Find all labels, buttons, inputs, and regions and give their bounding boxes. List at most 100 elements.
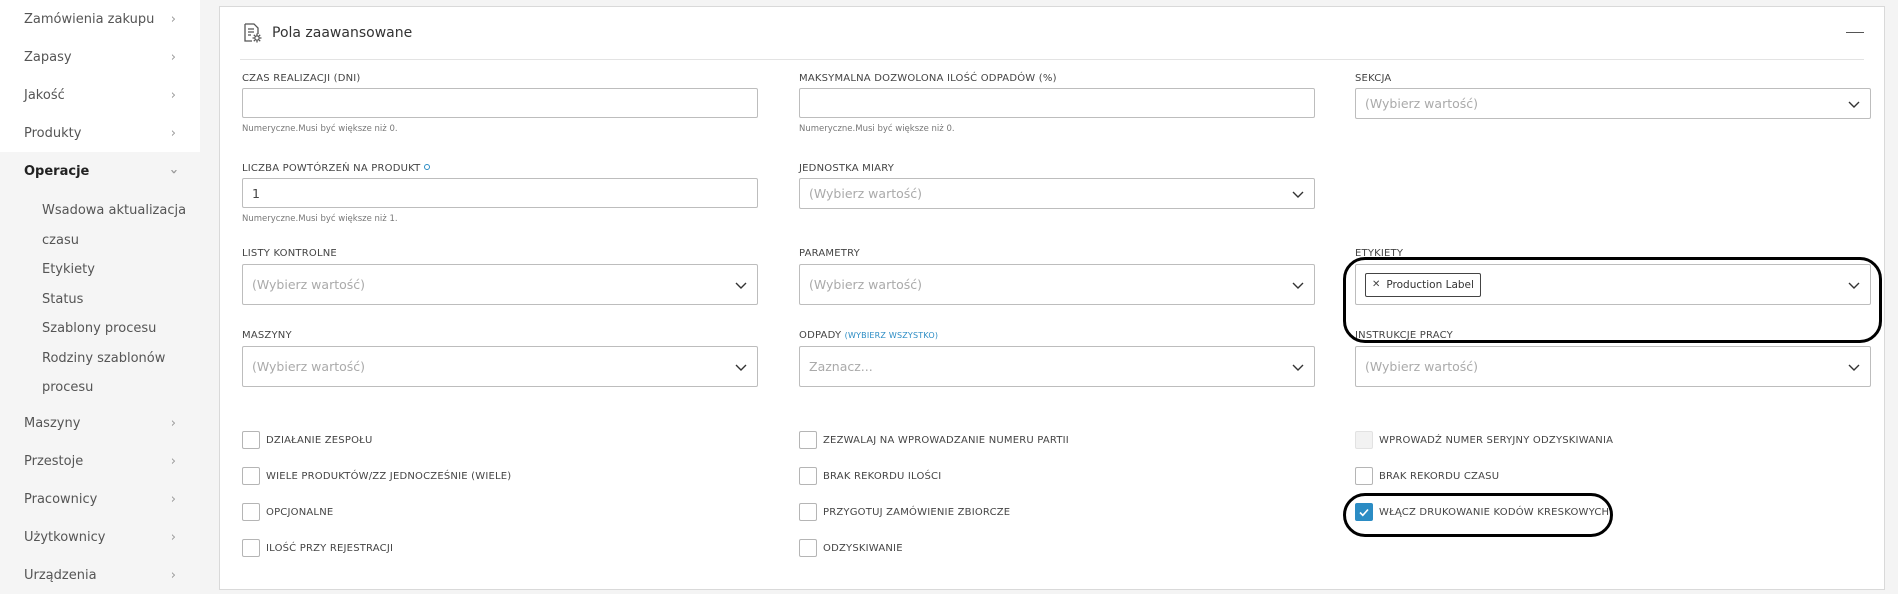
checkbox-team-action[interactable]: DZIAŁANIE ZESPOŁU (242, 431, 373, 449)
sidebar-item-label: Przestoje (24, 454, 84, 469)
checkbox-box[interactable] (799, 503, 817, 521)
sidebar-item-purchase-orders[interactable]: Zamówienia zakupu › (0, 0, 200, 38)
submenu-item-process-templates[interactable]: Szablony procesu (0, 314, 200, 344)
checkbox-recovery-serial-number: WPROWADŹ NUMER SERYJNY ODZYSKIWANIA (1355, 431, 1613, 449)
checklists-select[interactable]: (Wybierz wartość) (242, 264, 758, 305)
checkbox-box[interactable] (1355, 467, 1373, 485)
sidebar-item-label: Zamówienia zakupu (24, 11, 155, 27)
submenu-item-process-template-families[interactable]: Rodziny szablonów (0, 344, 200, 374)
chevron-right-icon: › (170, 49, 176, 65)
sidebar-item-products[interactable]: Produkty › (0, 114, 200, 152)
submenu-item-process-template-families-cont[interactable]: procesu (0, 373, 200, 403)
chevron-down-icon (1292, 364, 1304, 371)
barcode-highlight-annotation (1343, 493, 1613, 537)
submenu-item-status[interactable]: Status (0, 285, 200, 315)
unit-label: JEDNOSTKA MIARY (799, 163, 895, 174)
submenu-item-batch-time-update[interactable]: Wsadowa aktualizacja (0, 196, 200, 226)
checkbox-label: WPROWADŹ NUMER SERYJNY ODZYSKIWANIA (1379, 434, 1614, 446)
unit-select[interactable]: (Wybierz wartość) (799, 178, 1315, 209)
checkbox-box[interactable] (799, 431, 817, 449)
machines-select[interactable]: (Wybierz wartość) (242, 346, 758, 387)
panel-header: Pola zaawansowane (240, 7, 1864, 60)
checkbox-box[interactable] (242, 467, 260, 485)
sidebar-item-label: Zapasy (24, 49, 72, 65)
chevron-right-icon: › (170, 125, 176, 141)
checkbox-label: BRAK REKORDU CZASU (1379, 470, 1500, 482)
collapse-icon[interactable] (1846, 32, 1864, 33)
chevron-down-icon (1848, 364, 1860, 371)
settings-document-icon (244, 23, 262, 43)
max-scrap-hint: Numeryczne.Musi być większe niż 0. (799, 124, 955, 134)
scrap-placeholder: Zaznacz... (809, 359, 873, 374)
submenu-item-labels[interactable]: Etykiety (0, 255, 200, 285)
checkbox-box[interactable] (242, 431, 260, 449)
sidebar-item-users[interactable]: Użytkownicy › (0, 519, 200, 557)
repetitions-label-text: LICZBA POWTÓRZEŃ NA PRODUKT (242, 163, 421, 174)
chevron-right-icon: › (170, 87, 176, 103)
checkbox-allow-batch-number[interactable]: ZEZWALAJ NA WPROWADZANIE NUMERU PARTII (799, 431, 1069, 449)
repetitions-label: LICZBA POWTÓRZEŃ NA PRODUKT (242, 163, 431, 174)
checkbox-label: ZEZWALAJ NA WPROWADZANIE NUMERU PARTII (823, 434, 1069, 446)
lead-time-input[interactable] (242, 88, 758, 118)
scrap-label: ODPADY (WYBIERZ WSZYSTKO) (799, 330, 938, 341)
checkbox-label: PRZYGOTUJ ZAMÓWIENIE ZBIORCZE (823, 506, 1011, 518)
sidebar: Zamówienia zakupu › Zapasy › Jakość › Produ… (0, 0, 200, 594)
checkbox-prepare-bulk-order[interactable]: PRZYGOTUJ ZAMÓWIENIE ZBIORCZE (799, 503, 1010, 521)
sidebar-item-label: Użytkownicy (24, 530, 106, 545)
chevron-right-icon: › (170, 568, 176, 583)
unit-placeholder: (Wybierz wartość) (809, 186, 923, 201)
checkbox-box[interactable] (242, 503, 260, 521)
advanced-fields-panel: Pola zaawansowane CZAS REALIZACJI (DNI) … (219, 6, 1885, 590)
sidebar-item-devices[interactable]: Urządzenia › (0, 557, 200, 594)
panel-title: Pola zaawansowane (272, 25, 413, 41)
section-select[interactable]: (Wybierz wartość) (1355, 88, 1871, 119)
section-placeholder: (Wybierz wartość) (1365, 96, 1479, 111)
checkbox-optional[interactable]: OPCJONALNE (242, 503, 333, 521)
sidebar-item-quality[interactable]: Jakość › (0, 76, 200, 114)
sidebar-item-label: Pracownicy (24, 492, 98, 507)
checkbox-box-disabled (1355, 431, 1373, 449)
sidebar-item-label: Jakość (24, 87, 65, 103)
checkbox-box[interactable] (799, 539, 817, 557)
checkbox-recovery[interactable]: ODZYSKIWANIE (799, 539, 903, 557)
checkbox-box[interactable] (242, 539, 260, 557)
sidebar-lower: Maszyny › Przestoje › Pracownicy › Użytkown… (0, 404, 200, 594)
sidebar-item-label: Urządzenia (24, 568, 97, 583)
sidebar-item-inventory[interactable]: Zapasy › (0, 38, 200, 76)
checkbox-multiple-products[interactable]: WIELE PRODUKTÓW/ZZ JEDNOCZEŚNIE (WIELE) (242, 467, 511, 485)
select-all-link[interactable]: (WYBIERZ WSZYSTKO) (845, 331, 939, 340)
sidebar-item-workers[interactable]: Pracownicy › (0, 481, 200, 519)
chevron-right-icon: › (170, 530, 176, 545)
checkbox-no-quantity-record[interactable]: BRAK REKORDU ILOŚCI (799, 467, 941, 485)
max-scrap-input[interactable] (799, 88, 1315, 118)
checkbox-box[interactable] (799, 467, 817, 485)
max-scrap-label: MAKSYMALNA DOZWOLONA ILOŚĆ ODPADÓW (%) (799, 73, 1057, 84)
chevron-down-icon (735, 282, 747, 289)
checkbox-label: WIELE PRODUKTÓW/ZZ JEDNOCZEŚNIE (WIELE) (266, 470, 512, 482)
checkbox-label: ILOŚĆ PRZY REJESTRACJI (266, 542, 394, 554)
scrap-select[interactable]: Zaznacz... (799, 346, 1315, 387)
chevron-right-icon: › (170, 454, 176, 469)
chevron-down-icon: › (165, 168, 181, 174)
sidebar-item-downtime[interactable]: Przestoje › (0, 443, 200, 481)
parameters-placeholder: (Wybierz wartość) (809, 277, 923, 292)
chevron-down-icon (735, 364, 747, 371)
work-instructions-select[interactable]: (Wybierz wartość) (1355, 346, 1871, 387)
machines-label: MASZYNY (242, 330, 292, 341)
chevron-down-icon (1848, 101, 1860, 108)
chevron-right-icon: › (170, 11, 176, 27)
parameters-select[interactable]: (Wybierz wartość) (799, 264, 1315, 305)
section-label: SEKCJA (1355, 73, 1392, 84)
checkbox-quantity-at-registration[interactable]: ILOŚĆ PRZY REJESTRACJI (242, 539, 393, 557)
repetitions-value: 1 (252, 185, 260, 201)
checklists-placeholder: (Wybierz wartość) (252, 277, 366, 292)
work-instructions-label: INSTRUKCJE PRACY (1355, 330, 1453, 341)
repetitions-input[interactable]: 1 (242, 178, 758, 208)
checkbox-no-time-record[interactable]: BRAK REKORDU CZASU (1355, 467, 1499, 485)
sidebar-item-machines[interactable]: Maszyny › (0, 405, 200, 443)
info-icon[interactable] (424, 164, 431, 170)
sidebar-item-operations[interactable]: Operacje › (0, 152, 200, 190)
checkbox-label: BRAK REKORDU ILOŚCI (823, 470, 942, 482)
operations-submenu: Wsadowa aktualizacja czasu Etykiety Stat… (0, 190, 200, 405)
submenu-item-batch-time-update-cont[interactable]: czasu (0, 226, 200, 256)
